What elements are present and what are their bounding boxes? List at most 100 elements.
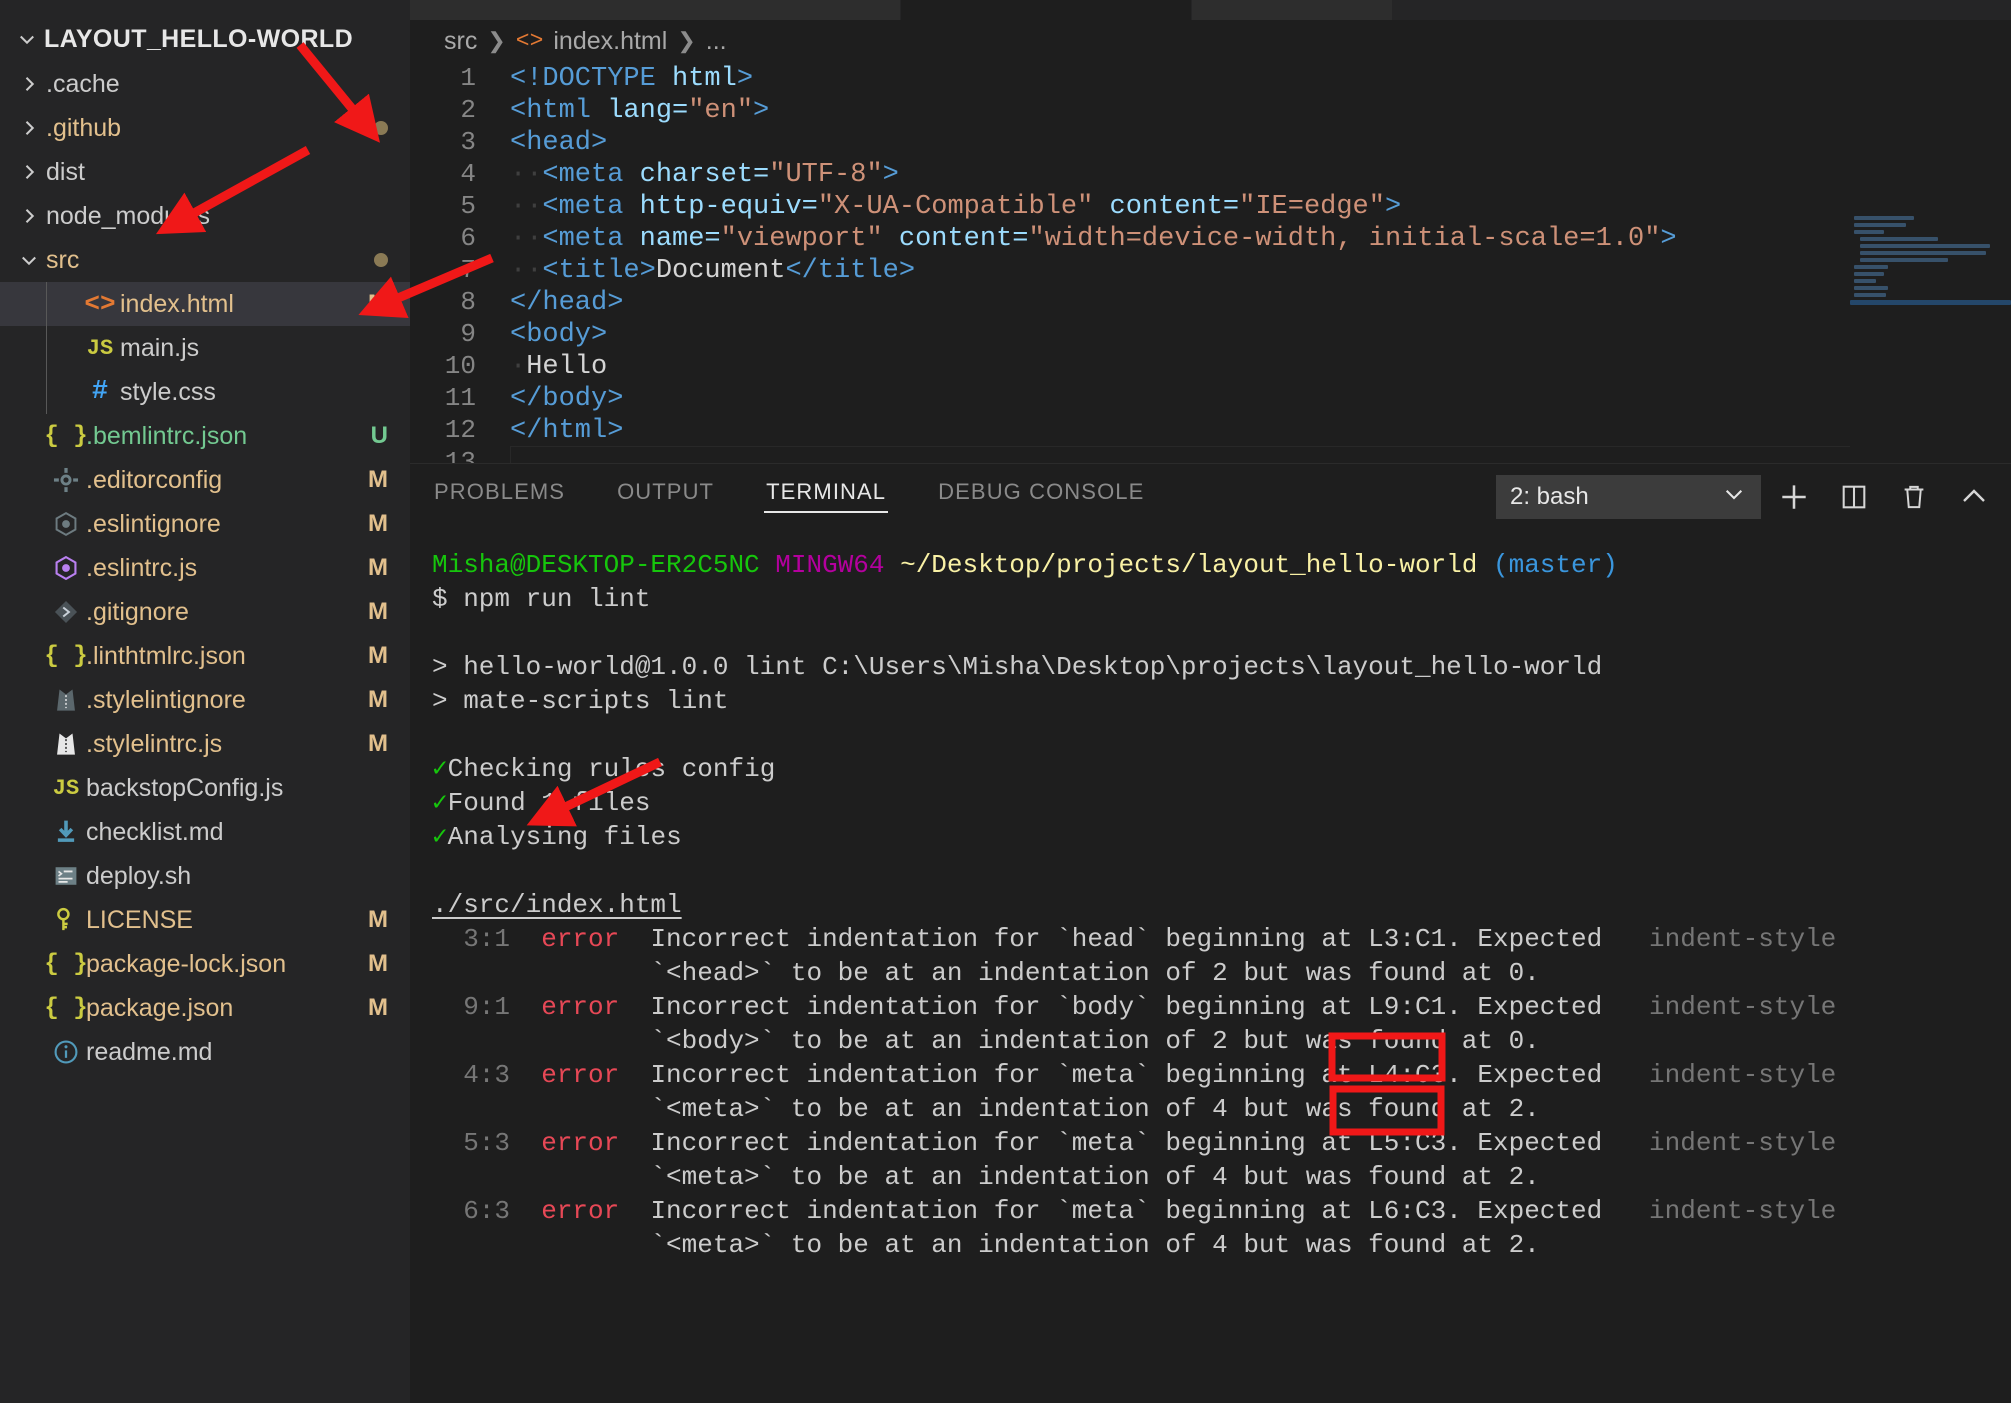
folder-item-github[interactable]: .github	[0, 106, 410, 150]
file-item-deploy-sh[interactable]: deploy.sh	[0, 854, 410, 898]
code-line[interactable]: 12 </html>	[410, 414, 2011, 446]
panel-header: PROBLEMS OUTPUT TERMINAL DEBUG CONSOLE 2: b…	[410, 464, 2011, 530]
collapse-panel-button[interactable]	[1947, 470, 2001, 524]
minimap-line	[1854, 286, 1888, 290]
panel-tab-problems[interactable]: PROBLEMS	[432, 473, 567, 521]
breadcrumb-folder[interactable]: src	[444, 27, 477, 56]
file-item-editorconfig[interactable]: .editorconfig M	[0, 458, 410, 502]
line-number: 4	[460, 159, 476, 189]
code-line[interactable]: 9 <body>	[410, 318, 2011, 350]
file-item-readme-md[interactable]: readme.md	[0, 1030, 410, 1074]
lint-check-text: Found 1 files	[447, 788, 651, 818]
editor-tab-strip	[410, 0, 2011, 20]
panel-tab-debug-console[interactable]: DEBUG CONSOLE	[936, 473, 1146, 521]
lint-error-severity: error	[541, 992, 620, 1022]
file-item-eslintrc-js[interactable]: .eslintrc.js M	[0, 546, 410, 590]
lint-file-path: ./src/index.html	[432, 890, 682, 920]
minimap-line	[1854, 230, 1884, 234]
file-item-main-js[interactable]: JS main.js	[0, 326, 410, 370]
breadcrumb-file[interactable]: index.html	[553, 27, 667, 56]
git-status-badge: M	[368, 642, 388, 669]
code-editor: src ❯ <> index.html ❯ ... 1 <!DOCTYPE htm…	[410, 20, 2011, 463]
git-status-badge: M	[368, 686, 388, 713]
editor-tab-partial-2[interactable]	[901, 0, 1192, 20]
file-item-index-html[interactable]: <> index.html M	[0, 282, 410, 326]
file-item-package-lock-json[interactable]: { } package-lock.json M	[0, 942, 410, 986]
git-status-badge: U	[370, 422, 388, 449]
panel-tab-output[interactable]: OUTPUT	[615, 473, 716, 521]
modified-indicator-dot	[374, 253, 388, 267]
stylelint-icon	[46, 687, 86, 713]
git-status-badge: M	[368, 598, 388, 625]
tree-item-label: deploy.sh	[86, 861, 192, 890]
lint-error-severity: error	[541, 1060, 620, 1090]
git-status-badge: M	[368, 906, 388, 933]
explorer-root-folder[interactable]: LAYOUT_HELLO-WORLD	[0, 16, 410, 62]
code-line[interactable]: 6 ··<meta name="viewport" content="width=…	[410, 222, 2011, 254]
breadcrumb-symbol[interactable]: ...	[706, 27, 727, 56]
file-item-backstopconfig-js[interactable]: JS backstopConfig.js	[0, 766, 410, 810]
prompt-branch: (master)	[1493, 550, 1618, 580]
split-terminal-button[interactable]	[1827, 470, 1881, 524]
file-item-stylelintrc-js[interactable]: .stylelintrc.js M	[0, 722, 410, 766]
lint-error-location: L9:C1.	[1368, 992, 1462, 1022]
prompt-path: ~/Desktop/projects/layout_hello-world	[900, 550, 1478, 580]
code-line[interactable]: 10 ·Hello	[410, 350, 2011, 382]
tree-item-label: index.html	[120, 289, 234, 318]
file-item-package-json[interactable]: { } package.json M	[0, 986, 410, 1030]
folder-item-node-modules[interactable]: node_modules	[0, 194, 410, 238]
editor-tab-partial-1[interactable]	[410, 0, 901, 20]
file-item-checklist-md[interactable]: checklist.md	[0, 810, 410, 854]
code-line-text: ··<meta charset="UTF-8">	[510, 160, 899, 190]
code-line[interactable]: 11 </body>	[410, 382, 2011, 414]
tree-item-label: checklist.md	[86, 817, 224, 846]
folder-item-src[interactable]: src	[0, 238, 410, 282]
code-line-text: </html>	[510, 416, 624, 446]
editor-minimap[interactable]	[1850, 20, 2011, 463]
code-line[interactable]: 7 ··<title>Document</title>	[410, 254, 2011, 286]
code-line[interactable]: 5 ··<meta http-equiv="X-UA-Compatible" co…	[410, 190, 2011, 222]
terminal-command: $ npm run lint	[432, 584, 651, 614]
code-line[interactable]: 4 ··<meta charset="UTF-8">	[410, 158, 2011, 190]
key-icon	[46, 907, 86, 933]
code-line[interactable]: 2 <html lang="en">	[410, 94, 2011, 126]
git-status-badge: M	[368, 510, 388, 537]
terminal-select-dropdown[interactable]: 2: bash	[1496, 475, 1761, 519]
minimap-line	[1860, 251, 1986, 255]
lint-error-message: Incorrect indentation for `head` beginni…	[650, 924, 1369, 954]
file-item-bemlintrc-json[interactable]: { } .bemlintrc.json U	[0, 414, 410, 458]
terminal-output[interactable]: Misha@DESKTOP-ER2C5NC MINGW64 ~/Desktop/…	[410, 530, 2011, 1403]
file-item-eslintignore[interactable]: .eslintignore M	[0, 502, 410, 546]
new-terminal-button[interactable]	[1767, 470, 1821, 524]
folder-item-dist[interactable]: dist	[0, 150, 410, 194]
json-icon: { }	[44, 950, 88, 978]
folder-item-cache[interactable]: .cache	[0, 62, 410, 106]
file-item-license[interactable]: LICENSE M	[0, 898, 410, 942]
lint-error-continuation: `<meta>` to be at an indentation of 4 bu…	[432, 1160, 2011, 1194]
line-number: 5	[460, 191, 476, 221]
code-line[interactable]: 1 <!DOCTYPE html>	[410, 62, 2011, 94]
file-item-linthtmlrc-json[interactable]: { } .linthtmlrc.json M	[0, 634, 410, 678]
line-number: 10	[444, 351, 476, 381]
lint-error-location: L6:C3.	[1368, 1196, 1462, 1226]
file-item-style-css[interactable]: # style.css	[0, 370, 410, 414]
line-number: 7	[460, 255, 476, 285]
panel-tab-terminal[interactable]: TERMINAL	[764, 473, 889, 521]
code-line-text: ··<meta http-equiv="X-UA-Compatible" con…	[510, 192, 1402, 222]
file-item-stylelintignore[interactable]: .stylelintignore M	[0, 678, 410, 722]
kill-terminal-button[interactable]	[1887, 470, 1941, 524]
npm-output-text: > hello-world@1.0.0 lint C:\Users\Misha\…	[432, 652, 1603, 682]
breadcrumb[interactable]: src ❯ <> index.html ❯ ...	[410, 20, 2011, 62]
cursor-line-highlight	[510, 446, 2011, 463]
editor-tab-partial-3[interactable]	[1192, 0, 1393, 20]
panel-actions: 2: bash	[1496, 464, 2001, 530]
file-item-gitignore[interactable]: .gitignore M	[0, 590, 410, 634]
code-line[interactable]: 3 <head>	[410, 126, 2011, 158]
code-line-text: <body>	[510, 320, 608, 350]
minimap-line	[1854, 272, 1884, 276]
code-lines[interactable]: 1 <!DOCTYPE html> 2 <html lang="en"> 3 <head>…	[410, 62, 2011, 463]
lint-error-message: Incorrect indentation for `meta` beginni…	[650, 1128, 1369, 1158]
code-line[interactable]: 8 </head>	[410, 286, 2011, 318]
tree-item-label: package.json	[86, 993, 234, 1022]
tree-item-label: backstopConfig.js	[86, 773, 284, 802]
